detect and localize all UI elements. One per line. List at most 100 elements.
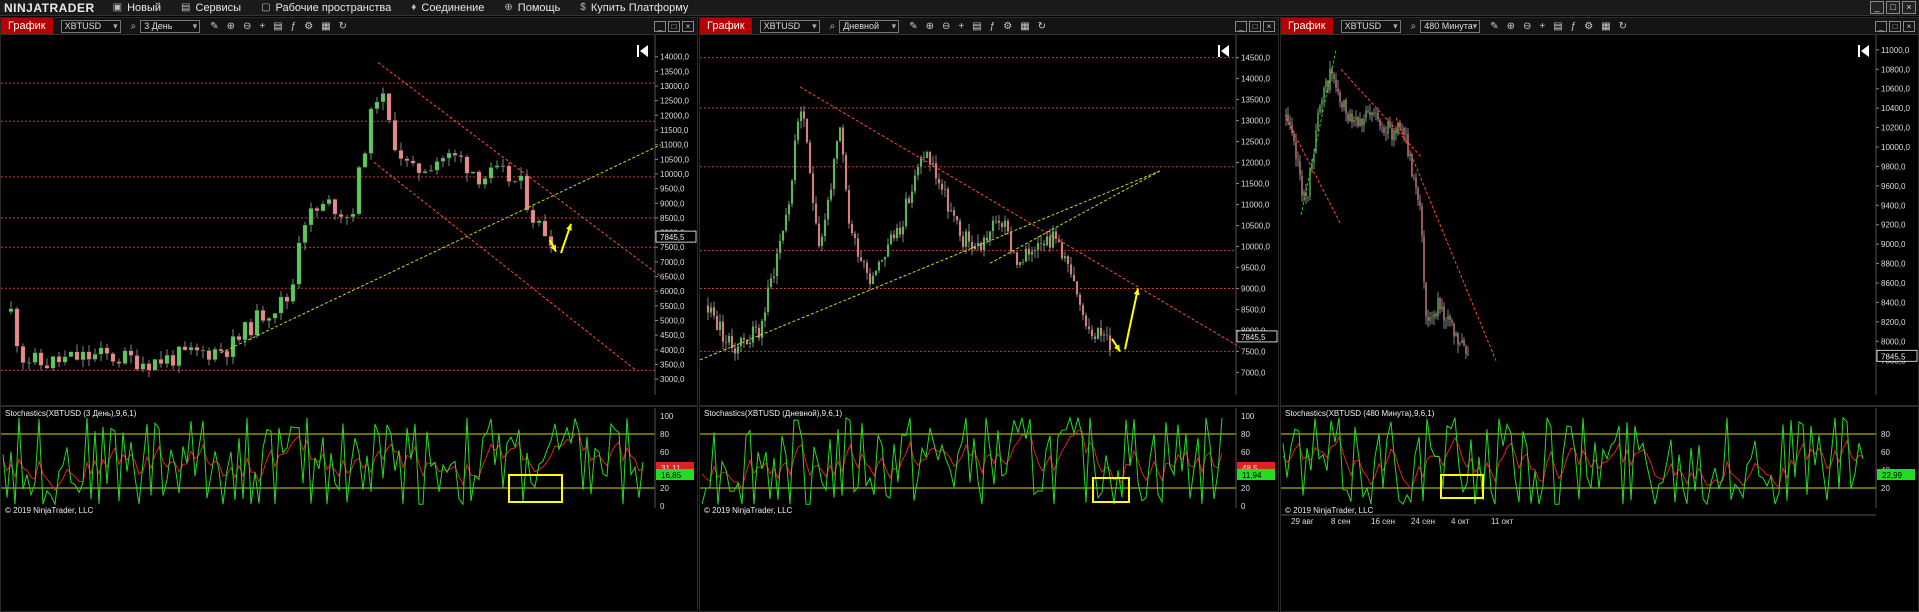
price-chart[interactable]: 14000,0 13500,0 13000,0 12500,0 12000,0 11500…	[1, 35, 698, 612]
instrument-selector[interactable]: XBTUSD	[60, 19, 121, 33]
panel-maximize-button[interactable]: □	[668, 20, 680, 32]
price-chart[interactable]: 14500,0 14000,0 13500,0 13000,0 12500,0 12000…	[700, 35, 1279, 612]
menu-item-1[interactable]: ▤ Сервисы	[171, 2, 251, 14]
templates-icon[interactable]: ▦	[321, 21, 330, 32]
trend-line	[989, 170, 1161, 264]
panel-minimize-button[interactable]: _	[1235, 20, 1247, 32]
properties-icon[interactable]: ▤	[972, 21, 981, 32]
candle-body	[979, 242, 983, 251]
candle-body	[712, 307, 716, 316]
refresh-icon[interactable]: ↻	[339, 21, 347, 32]
candle-body	[961, 235, 965, 248]
indicators-icon[interactable]: ƒ	[291, 21, 297, 32]
candle-body	[952, 209, 956, 217]
zoom-in-icon[interactable]: ⊕	[227, 21, 235, 32]
menu-item-5[interactable]: $ Купить Платформу	[570, 2, 698, 14]
properties-icon[interactable]: ▤	[273, 21, 282, 32]
stoch-tick-label: 60	[1241, 448, 1250, 457]
refresh-icon[interactable]: ↻	[1038, 21, 1046, 32]
candle-body	[733, 347, 737, 354]
interval-selector[interactable]: 480 Минута	[1420, 19, 1481, 33]
search-icon[interactable]: ⌕	[131, 21, 137, 32]
search-icon[interactable]: ⌕	[1411, 21, 1417, 32]
candle-body	[775, 253, 779, 277]
candle-body	[1407, 133, 1409, 157]
templates-icon[interactable]: ▦	[1601, 21, 1610, 32]
price-tick-label: 14000,0	[1241, 75, 1270, 84]
candle-body	[760, 320, 764, 339]
interval-selector[interactable]: Дневной	[839, 19, 900, 33]
price-tick-label: 11500,0	[660, 126, 689, 135]
crosshair-icon[interactable]: +	[1539, 21, 1545, 32]
candle-body	[790, 180, 794, 205]
stoch-tick-label: 0	[1241, 502, 1246, 511]
templates-icon[interactable]: ▦	[1020, 21, 1029, 32]
candle-body	[1405, 133, 1407, 136]
candle-body	[862, 261, 866, 263]
panel-close-button[interactable]: ×	[1263, 20, 1275, 32]
panel-close-button[interactable]: ×	[682, 20, 694, 32]
indicators-icon[interactable]: ƒ	[1571, 21, 1577, 32]
scroll-to-end-icon-arrow	[1221, 45, 1229, 57]
draw-tool-icon[interactable]: ✎	[909, 21, 917, 32]
candle-body	[1078, 294, 1082, 306]
candle-body	[988, 231, 992, 242]
crosshair-icon[interactable]: +	[259, 21, 265, 32]
price-tick-label: 3000,0	[660, 375, 685, 384]
candle-body	[308, 208, 314, 226]
panel-maximize-button[interactable]: □	[1249, 20, 1261, 32]
candle-body	[416, 163, 422, 174]
candle-body	[1090, 329, 1094, 337]
minimize-button[interactable]: _	[1870, 1, 1884, 14]
maximize-button[interactable]: □	[1886, 1, 1900, 14]
price-tick-label: 7500,0	[1241, 347, 1266, 356]
zoom-out-icon[interactable]: ⊖	[942, 21, 950, 32]
draw-tool-icon[interactable]: ✎	[1490, 21, 1498, 32]
candle-body	[895, 227, 899, 239]
stoch-d-line	[701, 429, 1223, 491]
crosshair-icon[interactable]: +	[958, 21, 964, 32]
chart-tab[interactable]: График	[700, 18, 752, 34]
chart-tab[interactable]: График	[1, 18, 53, 34]
candle-body	[1379, 119, 1381, 127]
candle-body	[260, 310, 266, 321]
menu-item-4[interactable]: ⊕ Помощь	[494, 2, 570, 14]
trend-line	[1285, 117, 1342, 225]
instrument-selector[interactable]: XBTUSD	[759, 19, 820, 33]
interval-selector[interactable]: 3 День	[140, 19, 201, 33]
chart-tab[interactable]: График	[1281, 18, 1333, 34]
panel-maximize-button[interactable]: □	[1889, 20, 1901, 32]
candle-body	[970, 241, 974, 250]
candle-body	[242, 321, 248, 341]
close-button[interactable]: ×	[1902, 1, 1916, 14]
strategies-icon[interactable]: ⚙	[304, 21, 313, 32]
panel-minimize-button[interactable]: _	[1875, 20, 1887, 32]
zoom-out-icon[interactable]: ⊖	[243, 21, 251, 32]
strategies-icon[interactable]: ⚙	[1584, 21, 1593, 32]
properties-icon[interactable]: ▤	[1553, 21, 1562, 32]
search-icon[interactable]: ⌕	[830, 21, 836, 32]
candle-body	[278, 296, 284, 314]
candle-body	[853, 233, 857, 239]
zoom-in-icon[interactable]: ⊕	[926, 21, 934, 32]
menu-item-2[interactable]: ▢ Рабочие пространства	[251, 2, 401, 14]
candle-body	[338, 213, 344, 218]
candle-body	[50, 356, 56, 369]
candle-body	[1385, 133, 1387, 135]
zoom-out-icon[interactable]: ⊖	[1523, 21, 1531, 32]
candle-body	[904, 198, 908, 227]
strategies-icon[interactable]: ⚙	[1003, 21, 1012, 32]
menu-item-3[interactable]: ♦ Соединение	[401, 2, 494, 14]
refresh-icon[interactable]: ↻	[1619, 21, 1627, 32]
instrument-selector[interactable]: XBTUSD	[1340, 19, 1401, 33]
candle-body	[320, 203, 326, 212]
draw-tool-icon[interactable]: ✎	[210, 21, 218, 32]
candle-body	[1413, 176, 1415, 178]
indicators-icon[interactable]: ƒ	[990, 21, 996, 32]
trend-line	[373, 161, 637, 371]
menu-item-0[interactable]: ▣ Новый	[103, 2, 171, 14]
panel-minimize-button[interactable]: _	[654, 20, 666, 32]
price-chart[interactable]: 11000,0 10800,0 10600,0 10400,0 10200,0 10000…	[1281, 35, 1919, 612]
zoom-in-icon[interactable]: ⊕	[1507, 21, 1515, 32]
panel-close-button[interactable]: ×	[1903, 20, 1915, 32]
